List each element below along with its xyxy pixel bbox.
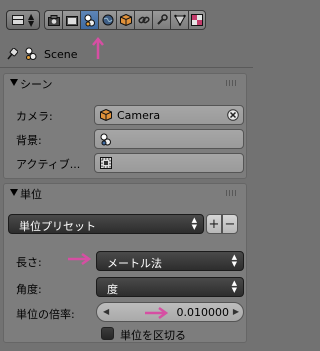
object-tab[interactable] xyxy=(116,10,134,30)
units-panel-header[interactable]: 単位 xyxy=(4,184,246,202)
scene-tab[interactable] xyxy=(80,10,98,30)
constraints-tab[interactable] xyxy=(134,10,152,30)
add-preset-button[interactable]: + xyxy=(206,214,222,234)
unit-scale-label: 単位の倍率: xyxy=(16,308,75,321)
mesh-data-icon xyxy=(173,14,186,26)
collapse-triangle-icon xyxy=(10,189,18,196)
scene-icon xyxy=(84,14,95,26)
annotation-arrow-right xyxy=(145,306,169,320)
pin-icon[interactable] xyxy=(6,48,18,60)
updown-chevron-icon: ▲ ▼ xyxy=(231,279,237,294)
data-tab[interactable] xyxy=(170,10,188,30)
unit-presets-menu[interactable]: 単位プリセット ▲ ▼ xyxy=(8,214,204,234)
unit-scale-field[interactable]: ◀ 0.010000 ▶ xyxy=(96,302,244,322)
bottom-edge xyxy=(0,343,253,351)
minus-icon: − xyxy=(224,216,236,232)
breadcrumb-scene-label: Scene xyxy=(44,47,78,61)
unit-scale-value: 0.010000 xyxy=(176,306,230,319)
angle-unit-select[interactable]: 度 ▲ ▼ xyxy=(96,277,244,297)
world-icon xyxy=(102,14,113,26)
clear-x-icon[interactable] xyxy=(227,109,239,121)
separate-units-checkbox[interactable] xyxy=(101,327,114,340)
modifiers-tab[interactable] xyxy=(152,10,170,30)
active-clip-field[interactable] xyxy=(94,153,244,173)
updown-chevron-icon: ▲ ▼ xyxy=(191,216,197,231)
units-panel-title: 単位 xyxy=(20,188,42,201)
unit-presets-label: 単位プリセット xyxy=(19,220,96,233)
plus-icon: + xyxy=(208,216,220,232)
camera-label: カメラ: xyxy=(16,110,53,123)
updown-chevron-icon: ▲ ▼ xyxy=(28,12,35,28)
material-icon xyxy=(191,14,203,26)
updown-chevron-icon: ▲ ▼ xyxy=(231,253,237,268)
object-icon xyxy=(119,14,132,26)
render-icon xyxy=(47,14,60,26)
context-tabs xyxy=(44,10,206,30)
camera-value: Camera xyxy=(117,109,161,122)
divider xyxy=(0,67,253,68)
drag-grip-icon[interactable] xyxy=(226,190,238,196)
material-tab[interactable] xyxy=(188,10,206,30)
annotation-arrow-right xyxy=(68,252,92,266)
angle-label: 角度: xyxy=(16,283,42,296)
scene-icon xyxy=(100,133,111,146)
editor-type-menu[interactable]: ▲ ▼ xyxy=(6,10,40,30)
scene-panel-title: シーン xyxy=(20,78,53,91)
properties-editor-icon xyxy=(12,15,24,25)
render-layers-icon xyxy=(65,15,78,26)
camera-object-icon xyxy=(100,109,112,121)
constraints-icon xyxy=(137,16,150,24)
decrement-arrow-icon[interactable]: ◀ xyxy=(103,307,109,316)
camera-field[interactable]: Camera xyxy=(94,105,244,125)
world-tab[interactable] xyxy=(98,10,116,30)
separate-units-label: 単位を区切る xyxy=(120,329,186,342)
wrench-icon xyxy=(156,14,168,25)
increment-arrow-icon[interactable]: ▶ xyxy=(233,307,239,316)
length-unit-select[interactable]: メートル法 ▲ ▼ xyxy=(96,251,244,271)
breadcrumb: Scene xyxy=(6,44,78,64)
active-clip-label: アクティブ... xyxy=(16,158,81,171)
length-label: 長さ: xyxy=(16,256,42,269)
drag-grip-icon[interactable] xyxy=(226,80,238,86)
scene-panel-header[interactable]: シーン xyxy=(4,74,246,92)
length-unit-value: メートル法 xyxy=(107,257,162,270)
annotation-arrow-up xyxy=(92,37,104,59)
render-layers-tab[interactable] xyxy=(62,10,80,30)
angle-unit-value: 度 xyxy=(107,283,118,296)
collapse-triangle-icon xyxy=(10,79,18,86)
scene-icon xyxy=(25,47,37,60)
movie-clip-icon xyxy=(100,157,112,169)
background-label: 背景: xyxy=(16,134,42,147)
render-tab[interactable] xyxy=(44,10,62,30)
background-field[interactable] xyxy=(94,129,244,149)
remove-preset-button[interactable]: − xyxy=(222,214,238,234)
